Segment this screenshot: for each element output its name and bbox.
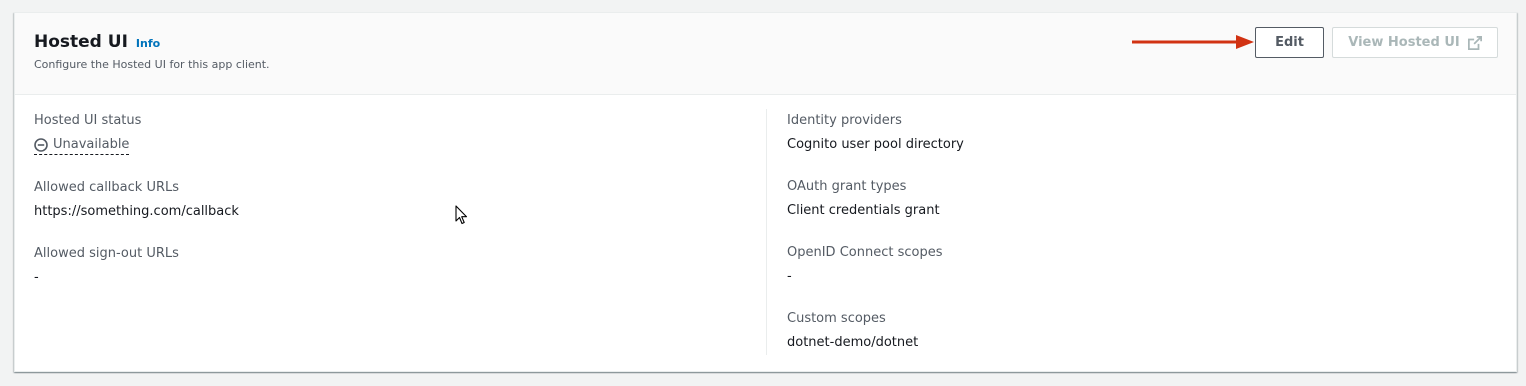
callback-urls-value: https://something.com/callback bbox=[34, 204, 239, 219]
column-divider bbox=[766, 109, 767, 355]
custom-scopes-field: Custom scopes dotnet-demo/dotnet bbox=[787, 311, 918, 351]
oidc-scopes-value: - bbox=[787, 269, 792, 284]
identity-providers-label: Identity providers bbox=[787, 113, 902, 128]
oauth-grant-types-field: OAuth grant types Client credentials gra… bbox=[787, 179, 940, 219]
view-hosted-ui-label: View Hosted UI bbox=[1348, 35, 1460, 50]
oidc-scopes-field: OpenID Connect scopes - bbox=[787, 245, 942, 285]
callback-urls-label: Allowed callback URLs bbox=[34, 180, 180, 195]
status-text: Unavailable bbox=[53, 137, 130, 152]
oauth-grant-types-value: Client credentials grant bbox=[787, 203, 940, 218]
panel-description: Configure the Hosted UI for this app cli… bbox=[34, 58, 270, 71]
info-link[interactable]: Info bbox=[136, 37, 160, 50]
view-hosted-ui-button[interactable]: View Hosted UI bbox=[1332, 27, 1498, 58]
custom-scopes-value: dotnet-demo/dotnet bbox=[787, 335, 919, 350]
signout-urls-field: Allowed sign-out URLs - bbox=[34, 246, 179, 286]
custom-scopes-label: Custom scopes bbox=[787, 311, 886, 326]
hosted-ui-panel: Hosted UI Info Configure the Hosted UI f… bbox=[14, 12, 1517, 372]
hosted-ui-status-label: Hosted UI status bbox=[34, 113, 142, 128]
mouse-cursor-icon bbox=[455, 205, 468, 225]
signout-urls-value: - bbox=[34, 270, 39, 285]
hosted-ui-status-field: Hosted UI status Unavailable bbox=[34, 113, 141, 156]
hosted-ui-status-value[interactable]: Unavailable bbox=[34, 137, 130, 155]
identity-providers-field: Identity providers Cognito user pool dir… bbox=[787, 113, 964, 153]
annotation-arrow bbox=[1132, 35, 1254, 49]
external-link-icon bbox=[1467, 35, 1482, 50]
title-row: Hosted UI Info bbox=[34, 32, 160, 52]
edit-button-label: Edit bbox=[1275, 35, 1304, 50]
signout-urls-label: Allowed sign-out URLs bbox=[34, 246, 179, 261]
oauth-grant-types-label: OAuth grant types bbox=[787, 179, 907, 194]
identity-providers-value: Cognito user pool directory bbox=[787, 137, 964, 152]
panel-header: Hosted UI Info Configure the Hosted UI f… bbox=[15, 13, 1516, 95]
status-unavailable-icon bbox=[34, 138, 48, 152]
oidc-scopes-label: OpenID Connect scopes bbox=[787, 245, 943, 260]
callback-urls-field: Allowed callback URLs https://something.… bbox=[34, 180, 239, 220]
edit-button[interactable]: Edit bbox=[1255, 27, 1324, 58]
panel-title: Hosted UI bbox=[34, 32, 128, 52]
